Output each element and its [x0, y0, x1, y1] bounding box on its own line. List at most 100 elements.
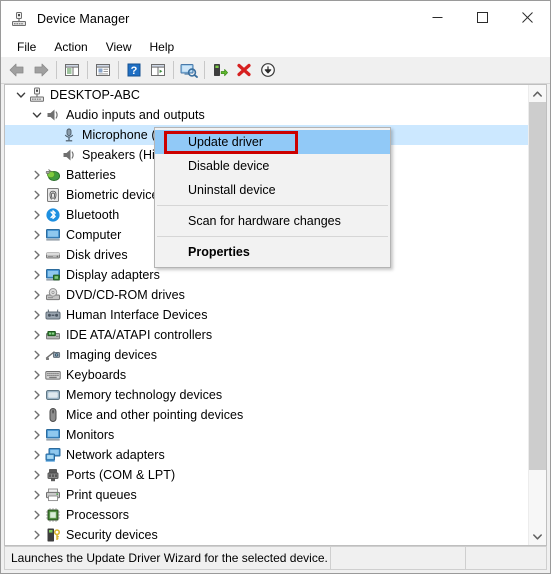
tree-item-mice-and-other-pointing-devices[interactable]: Mice and other pointing devices — [5, 405, 529, 425]
window-title: Device Manager — [37, 12, 130, 26]
menu-view[interactable]: View — [97, 38, 141, 56]
chevron-right-icon[interactable] — [29, 325, 45, 345]
update-driver-icon[interactable] — [208, 58, 232, 82]
display-adapters-icon — [45, 267, 61, 283]
tree-item-label: Computer — [66, 228, 122, 242]
device-manager-window: Device Manager File Action View Help ? D… — [0, 0, 551, 574]
context-menu-uninstall-device[interactable]: Uninstall device — [155, 178, 390, 202]
context-menu-properties[interactable]: Properties — [155, 240, 390, 264]
tree-item-label: Human Interface Devices — [66, 308, 208, 322]
scan-hardware-changes-icon[interactable] — [177, 58, 201, 82]
tree-item-label: Keyboards — [66, 368, 127, 382]
tree-item-label: Processors — [66, 508, 130, 522]
chevron-right-icon[interactable] — [29, 445, 45, 465]
chevron-down-icon[interactable] — [29, 105, 45, 125]
chevron-right-icon[interactable] — [29, 205, 45, 225]
chevron-right-icon[interactable] — [29, 425, 45, 445]
back-arrow-icon[interactable] — [5, 58, 29, 82]
biometric-devices-icon — [45, 187, 61, 203]
tree-item-keyboards[interactable]: Keyboards — [5, 365, 529, 385]
show-hide-action-pane-icon[interactable] — [146, 58, 170, 82]
tree-item-ports[interactable]: Ports (COM & LPT) — [5, 465, 529, 485]
tree-item-imaging-devices[interactable]: Imaging devices — [5, 345, 529, 365]
context-menu[interactable]: Update driver Disable device Uninstall dev… — [154, 127, 391, 268]
tree-item-processors[interactable]: Processors — [5, 505, 529, 525]
close-button[interactable] — [505, 1, 550, 33]
menu-bar: File Action View Help — [1, 37, 550, 57]
chevron-right-icon[interactable] — [29, 225, 45, 245]
computer-icon — [45, 227, 61, 243]
menu-action[interactable]: Action — [45, 38, 96, 56]
status-bar-pane-2 — [465, 547, 546, 569]
ports-icon — [45, 467, 61, 483]
chevron-right-icon[interactable] — [29, 185, 45, 205]
toolbar-separator — [204, 61, 205, 79]
tree-item-network-adapters[interactable]: Network adapters — [5, 445, 529, 465]
uninstall-device-icon[interactable] — [232, 58, 256, 82]
speakers-icon — [61, 147, 77, 163]
properties-icon[interactable] — [91, 58, 115, 82]
toolbar-separator — [87, 61, 88, 79]
show-hide-console-tree-icon[interactable] — [60, 58, 84, 82]
scroll-up-button[interactable] — [529, 85, 546, 102]
tree-item-label: Ports (COM & LPT) — [66, 468, 176, 482]
scrollbar-thumb[interactable] — [529, 102, 546, 470]
chevron-right-icon[interactable] — [29, 165, 45, 185]
tree-item-label: Network adapters — [66, 448, 165, 462]
tree-item-label: Display adapters — [66, 268, 160, 282]
tree-item-audio-inputs-and-outputs[interactable]: Audio inputs and outputs — [5, 105, 529, 125]
tree-item-dvd-cd-rom-drives[interactable]: DVD/CD-ROM drives — [5, 285, 529, 305]
disk-drives-icon — [45, 247, 61, 263]
chevron-right-icon[interactable] — [29, 345, 45, 365]
microphone-icon — [61, 127, 77, 143]
context-menu-separator — [157, 205, 388, 206]
disable-device-icon[interactable] — [256, 58, 280, 82]
chevron-right-icon[interactable] — [29, 485, 45, 505]
context-menu-update-driver[interactable]: Update driver — [155, 130, 390, 154]
forward-arrow-icon[interactable] — [29, 58, 53, 82]
scroll-down-button[interactable] — [529, 528, 546, 545]
menu-help[interactable]: Help — [141, 38, 184, 56]
menu-file[interactable]: File — [8, 38, 45, 56]
tree-item-desktop-abc[interactable]: DESKTOP-ABC — [5, 85, 529, 105]
tree-item-display-adapters[interactable]: Display adapters — [5, 265, 529, 285]
maximize-button[interactable] — [460, 1, 505, 33]
chevron-right-icon[interactable] — [29, 285, 45, 305]
chevron-right-icon[interactable] — [29, 265, 45, 285]
chevron-right-icon[interactable] — [29, 365, 45, 385]
tree-item-human-interface-devices[interactable]: Human Interface Devices — [5, 305, 529, 325]
tree-item-label: Mice and other pointing devices — [66, 408, 244, 422]
chevron-right-icon[interactable] — [29, 465, 45, 485]
caption-buttons — [415, 1, 550, 33]
context-menu-disable-device[interactable]: Disable device — [155, 154, 390, 178]
help-icon[interactable]: ? — [122, 58, 146, 82]
context-menu-scan-for-hardware-changes[interactable]: Scan for hardware changes — [155, 209, 390, 233]
tree-item-memory-technology-devices[interactable]: Memory technology devices — [5, 385, 529, 405]
status-bar: Launches the Update Driver Wizard for th… — [4, 546, 547, 570]
ide-ata-atapi-controllers-icon — [45, 327, 61, 343]
tree-item-label: Batteries — [66, 168, 116, 182]
status-bar-pane-1 — [330, 547, 465, 569]
vertical-scrollbar[interactable] — [528, 85, 546, 545]
tree-item-label: Audio inputs and outputs — [66, 108, 205, 122]
chevron-right-icon[interactable] — [29, 405, 45, 425]
minimize-button[interactable] — [415, 1, 460, 33]
tree-item-label: Disk drives — [66, 248, 128, 262]
chevron-right-icon[interactable] — [29, 245, 45, 265]
chevron-down-icon[interactable] — [13, 85, 29, 105]
toolbar-separator — [56, 61, 57, 79]
monitors-icon — [45, 427, 61, 443]
tree-item-print-queues[interactable]: Print queues — [5, 485, 529, 505]
imaging-devices-icon — [45, 347, 61, 363]
tree-item-security-devices[interactable]: Security devices — [5, 525, 529, 545]
chevron-right-icon[interactable] — [29, 525, 45, 545]
svg-text:?: ? — [131, 65, 138, 77]
chevron-right-icon[interactable] — [29, 505, 45, 525]
device-manager-icon — [11, 11, 27, 27]
toolbar: ? — [1, 57, 550, 84]
tree-item-monitors[interactable]: Monitors — [5, 425, 529, 445]
keyboards-icon — [45, 367, 61, 383]
chevron-right-icon[interactable] — [29, 305, 45, 325]
tree-item-ide-ata-atapi-controllers[interactable]: IDE ATA/ATAPI controllers — [5, 325, 529, 345]
chevron-right-icon[interactable] — [29, 385, 45, 405]
